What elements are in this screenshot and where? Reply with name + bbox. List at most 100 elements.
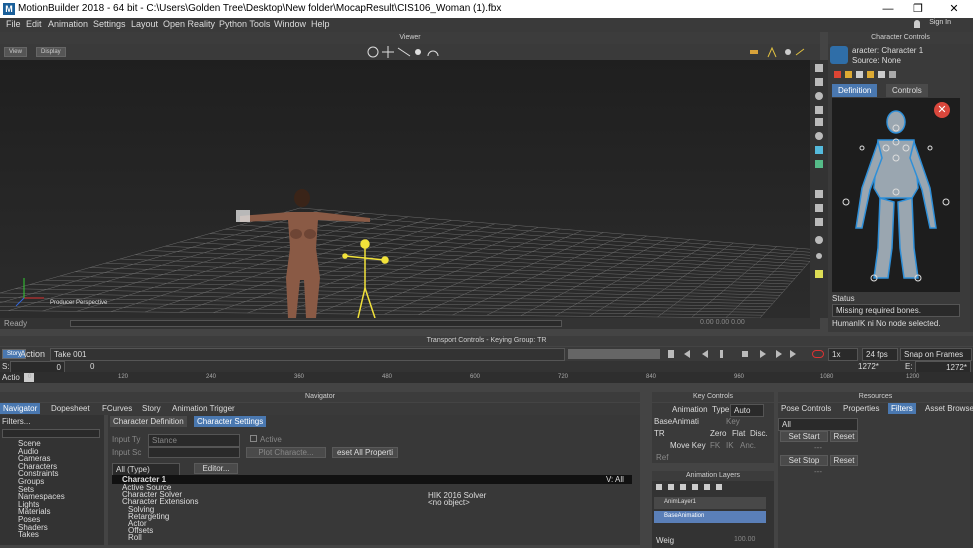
prop-character-extensions[interactable]: Character Extensions [112, 498, 632, 506]
menu-open-reality[interactable]: Open Reality [163, 19, 215, 29]
3d-viewport[interactable]: Producer Perspective [0, 60, 810, 318]
character-definition-view[interactable]: ✕ [832, 98, 960, 292]
tick-840: 840 [646, 374, 657, 380]
character-icon[interactable] [830, 46, 848, 64]
tab-pose-controls[interactable]: Pose Controls [778, 403, 834, 414]
tick-960: 960 [734, 374, 745, 380]
tab-animation-trigger[interactable]: Animation Trigger [169, 403, 238, 414]
ik-button[interactable]: IK [726, 441, 734, 450]
character-tool-icons[interactable] [832, 70, 902, 80]
sign-in-link[interactable]: Sign In [929, 19, 951, 26]
prop-offsets[interactable]: Offsets [112, 527, 632, 535]
menu-help[interactable]: Help [311, 19, 330, 29]
end-frame-value[interactable]: 1272* [858, 362, 879, 371]
tick-0: 0 [28, 374, 32, 380]
humanik-message: HumanIK ni No node selected. [832, 319, 941, 328]
display-menu-button[interactable]: Display [36, 47, 66, 57]
view-menu-button[interactable]: View [4, 47, 27, 57]
reset-start-button[interactable]: Reset [830, 431, 858, 442]
layer-row-animlayer1[interactable]: AnimLayer1 [654, 497, 766, 509]
minimize-button[interactable]: — [876, 1, 900, 17]
solver-object[interactable]: <no object> [428, 498, 470, 507]
set-stop-button[interactable]: Set Stop [780, 455, 828, 466]
tab-navigator[interactable]: Navigator [0, 403, 41, 414]
base-animation-label[interactable]: BaseAnimati [654, 417, 699, 426]
loop-icon[interactable] [812, 350, 824, 358]
prop-actor[interactable]: Actor [112, 519, 632, 527]
snap-select[interactable]: Snap on Frames [900, 348, 972, 361]
key-button[interactable]: Key [726, 417, 740, 426]
viewer-status-bar: Ready 0.00 0.00 0.00 [0, 318, 820, 329]
tick-720: 720 [558, 374, 569, 380]
weight-value[interactable]: 100.00 [734, 536, 755, 543]
zero-button[interactable]: Zero [710, 429, 726, 438]
tab-story[interactable]: Story [139, 403, 164, 414]
disc-button[interactable]: Disc. [750, 429, 768, 438]
playback-controls[interactable] [664, 348, 804, 360]
restore-button[interactable]: ❐ [906, 1, 930, 17]
prop-retargeting[interactable]: Retargeting [112, 512, 632, 520]
flat-button[interactable]: Flat [732, 429, 745, 438]
prop-active-source[interactable]: Active Source [112, 483, 632, 491]
reset-all-properties-button[interactable]: eset All Properti [332, 447, 398, 458]
prop-solving[interactable]: Solving [112, 505, 632, 513]
input-source-select[interactable] [148, 447, 240, 458]
close-definition-icon[interactable]: ✕ [934, 102, 950, 118]
take-progress[interactable] [568, 349, 660, 359]
tab-asset-browser[interactable]: Asset Browser [922, 403, 973, 414]
menu-window[interactable]: Window [274, 19, 306, 29]
prop-roll[interactable]: Roll [112, 534, 632, 542]
take-select[interactable]: Take 001 [50, 348, 565, 361]
layer-tool-icons[interactable] [654, 482, 734, 492]
anc-button[interactable]: Anc. [740, 441, 756, 450]
command-line[interactable] [70, 320, 562, 327]
animation-layers-panel: AnimLayer1 BaseAnimation Weig 100.00 [652, 481, 774, 548]
reset-stop-button[interactable]: Reset [830, 455, 858, 466]
transform-tools-icons[interactable] [366, 45, 446, 59]
tab-character-definition[interactable]: Character Definition [110, 416, 187, 427]
source-label[interactable]: Source: None [852, 56, 901, 65]
menu-settings[interactable]: Settings [93, 19, 126, 29]
tab-dopesheet[interactable]: Dopesheet [48, 403, 93, 414]
menu-python-tools[interactable]: Python Tools [219, 19, 270, 29]
tree-item-takes[interactable]: Takes [4, 531, 94, 539]
tick-120: 120 [118, 374, 129, 380]
keying-group-select[interactable]: TR [654, 429, 665, 438]
visibility-filter[interactable]: V: All [606, 475, 624, 484]
tab-filters[interactable]: Filters [888, 403, 916, 414]
filters-label[interactable]: Filters... [2, 417, 30, 426]
input-type-select[interactable]: Stance [148, 434, 240, 447]
character-row[interactable]: Character 1 V: All [112, 475, 632, 484]
tab-definition[interactable]: Definition [832, 84, 878, 97]
tab-fcurves[interactable]: FCurves [99, 403, 135, 414]
set-start-button[interactable]: Set Start [780, 431, 828, 442]
fk-button[interactable]: FK [710, 441, 720, 450]
menu-edit[interactable]: Edit [26, 19, 42, 29]
close-button[interactable]: ✕ [942, 1, 966, 17]
speed-select[interactable]: 1x [828, 348, 858, 361]
filter-select[interactable]: All [778, 418, 858, 431]
character-model[interactable] [230, 168, 400, 318]
tab-properties[interactable]: Properties [840, 403, 882, 414]
active-checkbox[interactable] [250, 435, 257, 442]
tab-character-settings[interactable]: Character Settings [194, 416, 267, 427]
current-frame-value[interactable]: 0 [90, 362, 94, 371]
key-type-select[interactable]: Auto [730, 404, 764, 417]
menu-layout[interactable]: Layout [131, 19, 158, 29]
character-label[interactable]: aracter: Character 1 [852, 46, 923, 55]
editor-button[interactable]: Editor... [194, 463, 238, 474]
move-keys-button[interactable]: Move Key [670, 441, 706, 450]
layer-row-baseanimation[interactable]: BaseAnimation [654, 511, 766, 523]
tab-controls[interactable]: Controls [886, 84, 928, 97]
humanik-body-diagram[interactable] [832, 98, 960, 292]
plot-character-button[interactable]: Plot Characte... [246, 447, 326, 458]
navigator-search-input[interactable] [2, 429, 100, 438]
tick-360: 360 [294, 374, 305, 380]
fps-select[interactable]: 24 fps [862, 348, 898, 361]
menu-animation[interactable]: Animation [48, 19, 88, 29]
menu-file[interactable]: File [6, 19, 21, 29]
timeline[interactable]: Actio 0 120 240 360 480 600 720 840 960 … [0, 372, 973, 383]
scene-tree: Scene Audio Cameras Characters Constrain… [4, 440, 94, 539]
viewer-right-icons[interactable] [748, 45, 808, 59]
side-tool-icons[interactable] [810, 60, 828, 290]
